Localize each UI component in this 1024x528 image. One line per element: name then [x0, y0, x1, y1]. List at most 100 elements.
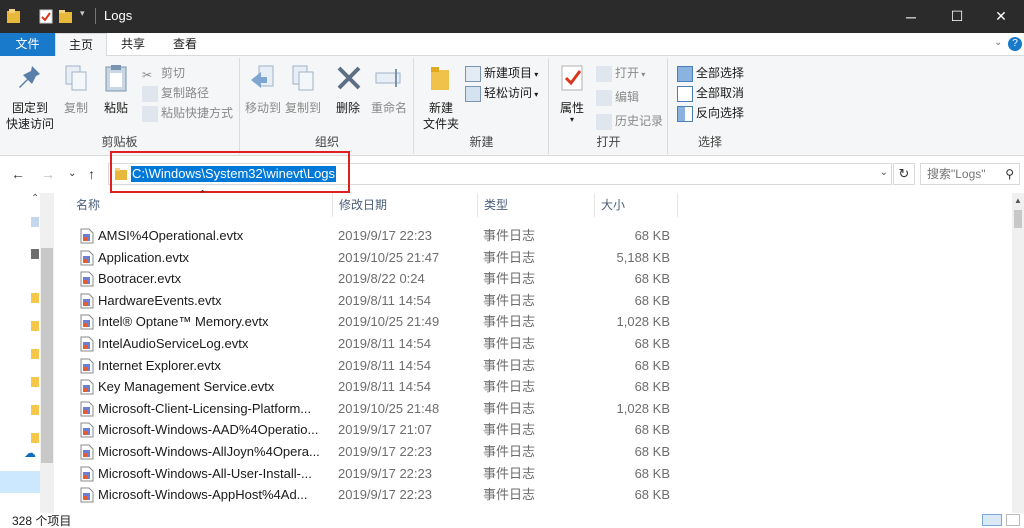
help-icon[interactable]: ? [1008, 37, 1022, 51]
copy-button[interactable]: 复制 [58, 62, 94, 116]
file-name[interactable]: IntelAudioServiceLog.evtx [98, 333, 328, 354]
properties-icon [561, 65, 583, 91]
forward-arrow-icon[interactable]: → [41, 166, 55, 182]
file-name[interactable]: Microsoft-Windows-AllJoyn%4Opera... [98, 441, 328, 462]
nav-folder-icon[interactable] [31, 377, 39, 387]
maximize-button[interactable]: ☐ [934, 0, 980, 33]
cut-button[interactable]: ✂ 剪切 [142, 64, 185, 82]
expand-chevron-icon[interactable]: ⌃ [31, 193, 39, 204]
close-button[interactable]: ✕ [978, 0, 1024, 33]
file-name[interactable]: Intel® Optane™ Memory.evtx [98, 311, 328, 332]
select-all-button[interactable]: 全部选择 [677, 64, 744, 82]
refresh-button[interactable]: ↻ [893, 163, 915, 185]
navigation-pane[interactable]: ⌃ ☁ [0, 193, 56, 513]
recent-locations-chevron-icon[interactable]: ⌄ [68, 168, 76, 179]
paste-button[interactable]: 粘贴 [98, 62, 134, 116]
large-icons-view-icon[interactable] [1006, 514, 1020, 526]
file-row[interactable]: Microsoft-Windows-AAD%4Operatio... 2019/9… [56, 419, 676, 440]
file-row[interactable]: HardwareEvents.evtx 2019/8/11 14:54 事件日志 68… [56, 290, 676, 311]
file-row[interactable]: Internet Explorer.evtx 2019/8/11 14:54 事件日… [56, 355, 676, 376]
file-date: 2019/8/22 0:24 [338, 271, 425, 287]
new-item-label: 新建项目 [484, 66, 533, 80]
file-name[interactable]: Microsoft-Windows-AAD%4Operatio... [98, 419, 328, 440]
nav-folder-icon[interactable] [31, 293, 39, 303]
file-list-scroll-thumb[interactable] [1014, 210, 1022, 228]
tab-view[interactable]: 查看 [162, 33, 208, 56]
file-row[interactable]: AMSI%4Operational.evtx 2019/9/17 22:23 事件日… [56, 225, 676, 246]
tab-share[interactable]: 共享 [110, 33, 156, 56]
file-name[interactable]: Key Management Service.evtx [98, 376, 328, 397]
file-row[interactable]: IntelAudioServiceLog.evtx 2019/8/11 14:54… [56, 333, 676, 354]
invert-selection-button[interactable]: 反向选择 [677, 104, 744, 122]
file-size: 5,188 KB [616, 249, 671, 265]
nav-folder-icon[interactable] [31, 405, 39, 415]
this-pc-item[interactable] [0, 471, 40, 493]
delete-button[interactable]: 删除 [333, 62, 363, 116]
tab-home[interactable]: 主页 [55, 33, 107, 57]
nav-item-icon[interactable] [31, 217, 39, 227]
file-name[interactable]: Bootracer.evtx [98, 268, 328, 289]
column-header-type[interactable]: 类型 [478, 193, 595, 217]
file-row[interactable]: Microsoft-Windows-AllJoyn%4Opera... 2019/… [56, 441, 676, 462]
file-date: 2019/8/11 14:54 [338, 379, 432, 395]
easy-access-button[interactable]: 轻松访问 ▾ [465, 84, 538, 102]
column-header-date[interactable]: 修改日期 [333, 193, 478, 217]
search-input[interactable] [927, 167, 997, 181]
search-box[interactable]: ⚲ [920, 163, 1020, 185]
file-name[interactable]: Application.evtx [98, 247, 328, 268]
minimize-button[interactable]: ─ [888, 0, 934, 33]
file-name[interactable]: AMSI%4Operational.evtx [98, 225, 328, 246]
nav-folder-icon[interactable] [31, 349, 39, 359]
nav-folder-icon[interactable] [31, 321, 39, 331]
details-view-icon[interactable] [982, 514, 1002, 526]
select-none-button[interactable]: 全部取消 [677, 84, 744, 102]
file-size: 68 KB [634, 228, 670, 243]
properties-button[interactable]: 属性 ▾ [554, 62, 590, 124]
file-list-scrollbar[interactable] [1012, 193, 1024, 513]
properties-quick-icon[interactable] [38, 8, 54, 25]
file-row[interactable]: Application.evtx 2019/10/25 21:47 事件日志 5,18… [56, 247, 676, 268]
select-none-label: 全部取消 [696, 86, 745, 100]
file-row[interactable]: Key Management Service.evtx 2019/8/11 14:… [56, 376, 676, 397]
up-arrow-icon[interactable]: ↑ [88, 166, 95, 182]
onedrive-cloud-icon[interactable]: ☁ [24, 446, 36, 460]
file-name[interactable]: Microsoft-Client-Licensing-Platform... [98, 398, 328, 419]
file-name[interactable]: HardwareEvents.evtx [98, 290, 328, 311]
file-name[interactable]: Microsoft-Windows-AppHost%4Ad... [98, 484, 328, 505]
ribbon-expand-icon[interactable]: ⌄ [994, 37, 1008, 51]
history-button[interactable]: 历史记录 [596, 112, 663, 130]
pin-icon [19, 66, 40, 88]
easy-access-label: 轻松访问 [484, 86, 533, 100]
paste-shortcut-button[interactable]: 粘贴快捷方式 [142, 104, 233, 122]
file-row[interactable]: Microsoft-Client-Licensing-Platform... 20… [56, 398, 676, 419]
file-name[interactable]: Microsoft-Windows-All-User-Install-... [98, 463, 328, 484]
column-header-size[interactable]: 大小 [595, 193, 678, 217]
file-row[interactable]: Microsoft-Windows-AppHost%4Ad... 2019/9/1… [56, 484, 676, 505]
new-folder-quick-icon[interactable] [58, 8, 74, 25]
navigation-scroll-thumb[interactable] [41, 248, 53, 463]
nav-item-icon[interactable] [31, 249, 39, 259]
quick-access-dropdown-icon[interactable]: ▾ [80, 8, 85, 25]
file-row[interactable]: Intel® Optane™ Memory.evtx 2019/10/25 21:… [56, 311, 676, 332]
copy-path-button[interactable]: 复制路径 [142, 84, 209, 102]
move-to-button[interactable]: 移动到 [243, 62, 283, 116]
address-dropdown-icon[interactable]: ⌄ [880, 167, 888, 178]
tab-file[interactable]: 文件 [0, 33, 55, 56]
new-item-button[interactable]: 新建项目 ▾ [465, 64, 538, 82]
copy-to-button[interactable]: 复制到 [283, 62, 323, 116]
file-name[interactable]: Internet Explorer.evtx [98, 355, 328, 376]
organize-group-label: 组织 [314, 135, 339, 149]
rename-button[interactable]: 重命名 [369, 62, 409, 116]
new-folder-label-1: 新建 [428, 101, 453, 115]
delete-label: 删除 [335, 101, 360, 115]
nav-folder-icon[interactable] [31, 433, 39, 443]
search-icon[interactable]: ⚲ [1005, 167, 1014, 181]
edit-button[interactable]: 编辑 [596, 88, 639, 106]
scroll-up-icon[interactable]: ▲ [1014, 196, 1022, 205]
new-folder-button[interactable]: 新建 文件夹 [419, 62, 463, 132]
pin-to-quick-access-button[interactable]: 固定到 快速访问 [4, 62, 56, 132]
back-arrow-icon[interactable]: ← [11, 166, 25, 182]
file-row[interactable]: Microsoft-Windows-All-User-Install-... 20… [56, 463, 676, 484]
file-row[interactable]: Bootracer.evtx 2019/8/22 0:24 事件日志 68 KB [56, 268, 676, 289]
open-button[interactable]: 打开 ▾ [596, 64, 645, 82]
